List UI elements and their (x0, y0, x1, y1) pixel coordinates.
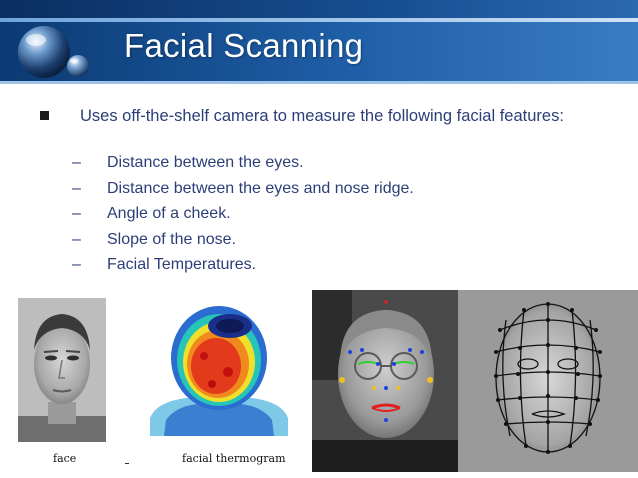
header-bottom-line (0, 81, 638, 84)
face-mesh-image (458, 290, 638, 472)
dash-marker: – (72, 256, 81, 273)
list-item-text: Distance between the eyes. (107, 154, 304, 171)
list-item-text: Slope of the nose. (107, 230, 236, 248)
dash-marker: – (72, 230, 81, 248)
header-stripe (0, 0, 638, 18)
stray-mark (125, 463, 129, 464)
list-item-text: Angle of a cheek. (107, 205, 231, 222)
facial-landmark-photo (312, 290, 458, 472)
face-photo (18, 298, 106, 442)
header-accent-line (0, 18, 638, 22)
globe-logo-icon (18, 26, 89, 78)
dash-marker: – (72, 205, 81, 222)
bullet-square-icon (40, 111, 49, 120)
title-band: Facial Scanning (0, 0, 638, 84)
list-item-text: Facial Temperatures. (107, 256, 257, 273)
thermogram-image (146, 302, 292, 436)
dash-marker: – (72, 179, 81, 197)
dash-marker: – (72, 154, 81, 171)
face-caption: face (53, 452, 77, 465)
list-item-text: Distance between the eyes and nose ridge… (107, 179, 414, 197)
thermogram-caption: facial thermogram (182, 452, 286, 465)
slide-title: Facial Scanning (124, 27, 364, 64)
main-bullet-text: Uses off-the-shelf camera to measure the… (80, 107, 564, 125)
